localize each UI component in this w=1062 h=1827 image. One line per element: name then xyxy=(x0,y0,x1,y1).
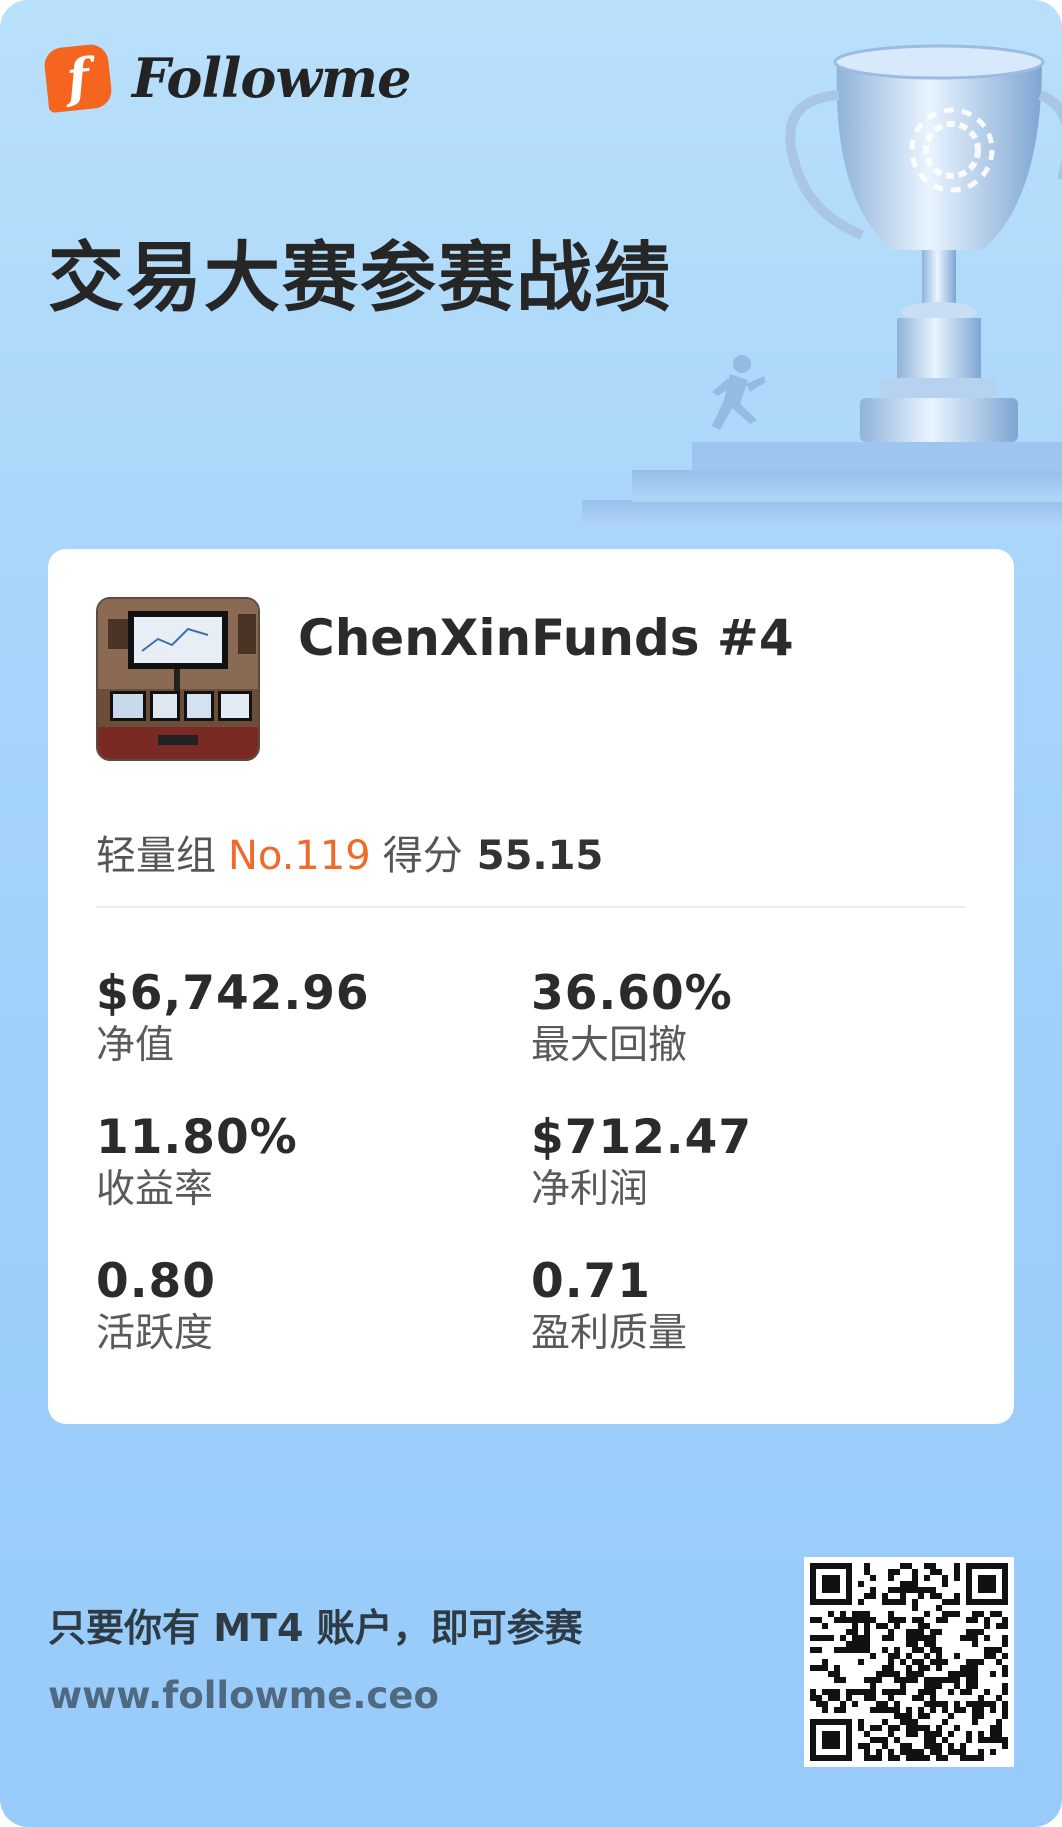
stat-profit-quality: 0.71 盈利质量 xyxy=(531,1255,687,1359)
trophy-illustration xyxy=(582,44,1062,530)
share-poster: f Followme 交易大赛参赛战绩 ChenXinFunds #4 轻量组 … xyxy=(0,0,1062,1827)
stat-label: 活跃度 xyxy=(96,1311,214,1356)
score-value: 55.15 xyxy=(476,833,604,879)
stat-activity: 0.80 活跃度 xyxy=(96,1255,216,1359)
stat-label: 净利润 xyxy=(531,1167,649,1212)
stat-value: 0.71 xyxy=(531,1254,651,1309)
trophy-icon xyxy=(785,44,1062,442)
stat-value: 36.60% xyxy=(531,966,733,1021)
rank-line: 轻量组 No.119 得分 55.15 xyxy=(96,823,603,881)
stat-value: 11.80% xyxy=(96,1110,298,1165)
rank-value: No.119 xyxy=(228,833,371,879)
stat-label: 净值 xyxy=(96,1023,175,1068)
stat-label: 盈利质量 xyxy=(531,1311,688,1356)
result-card: ChenXinFunds #4 轻量组 No.119 得分 55.15 $6,7… xyxy=(48,549,1014,1424)
stat-label: 最大回撤 xyxy=(531,1023,688,1068)
brand-name: Followme xyxy=(132,46,411,110)
stat-value: $6,742.96 xyxy=(96,966,370,1021)
avatar-photo xyxy=(98,599,258,759)
stat-net-profit: $712.47 净利润 xyxy=(531,1111,752,1215)
website-link[interactable]: www.followme.ceo xyxy=(48,1674,439,1717)
divider xyxy=(96,906,966,908)
avatar xyxy=(96,597,260,761)
group-label: 轻量组 xyxy=(96,833,216,879)
stat-return-rate: 11.80% 收益率 xyxy=(96,1111,298,1215)
stat-equity: $6,742.96 净值 xyxy=(96,967,370,1071)
score-label: 得分 xyxy=(382,833,463,879)
account-tag: #4 xyxy=(716,609,794,667)
stat-value: $712.47 xyxy=(531,1110,753,1165)
runner-icon xyxy=(712,355,766,430)
followme-logo: f Followme xyxy=(42,42,411,114)
qr-code[interactable] xyxy=(804,1557,1014,1767)
stat-value: 0.80 xyxy=(96,1254,216,1309)
qr-code-pattern xyxy=(810,1563,1008,1761)
stat-label: 收益率 xyxy=(96,1167,214,1212)
followme-logo-icon: f xyxy=(42,42,114,114)
trader-name: ChenXinFunds #4 xyxy=(298,609,794,667)
call-to-action: 只要你有 MT4 账户，即可参赛 xyxy=(48,1606,583,1650)
trader-username: ChenXinFunds xyxy=(298,609,700,667)
stat-max-drawdown: 36.60% 最大回撤 xyxy=(531,967,733,1071)
